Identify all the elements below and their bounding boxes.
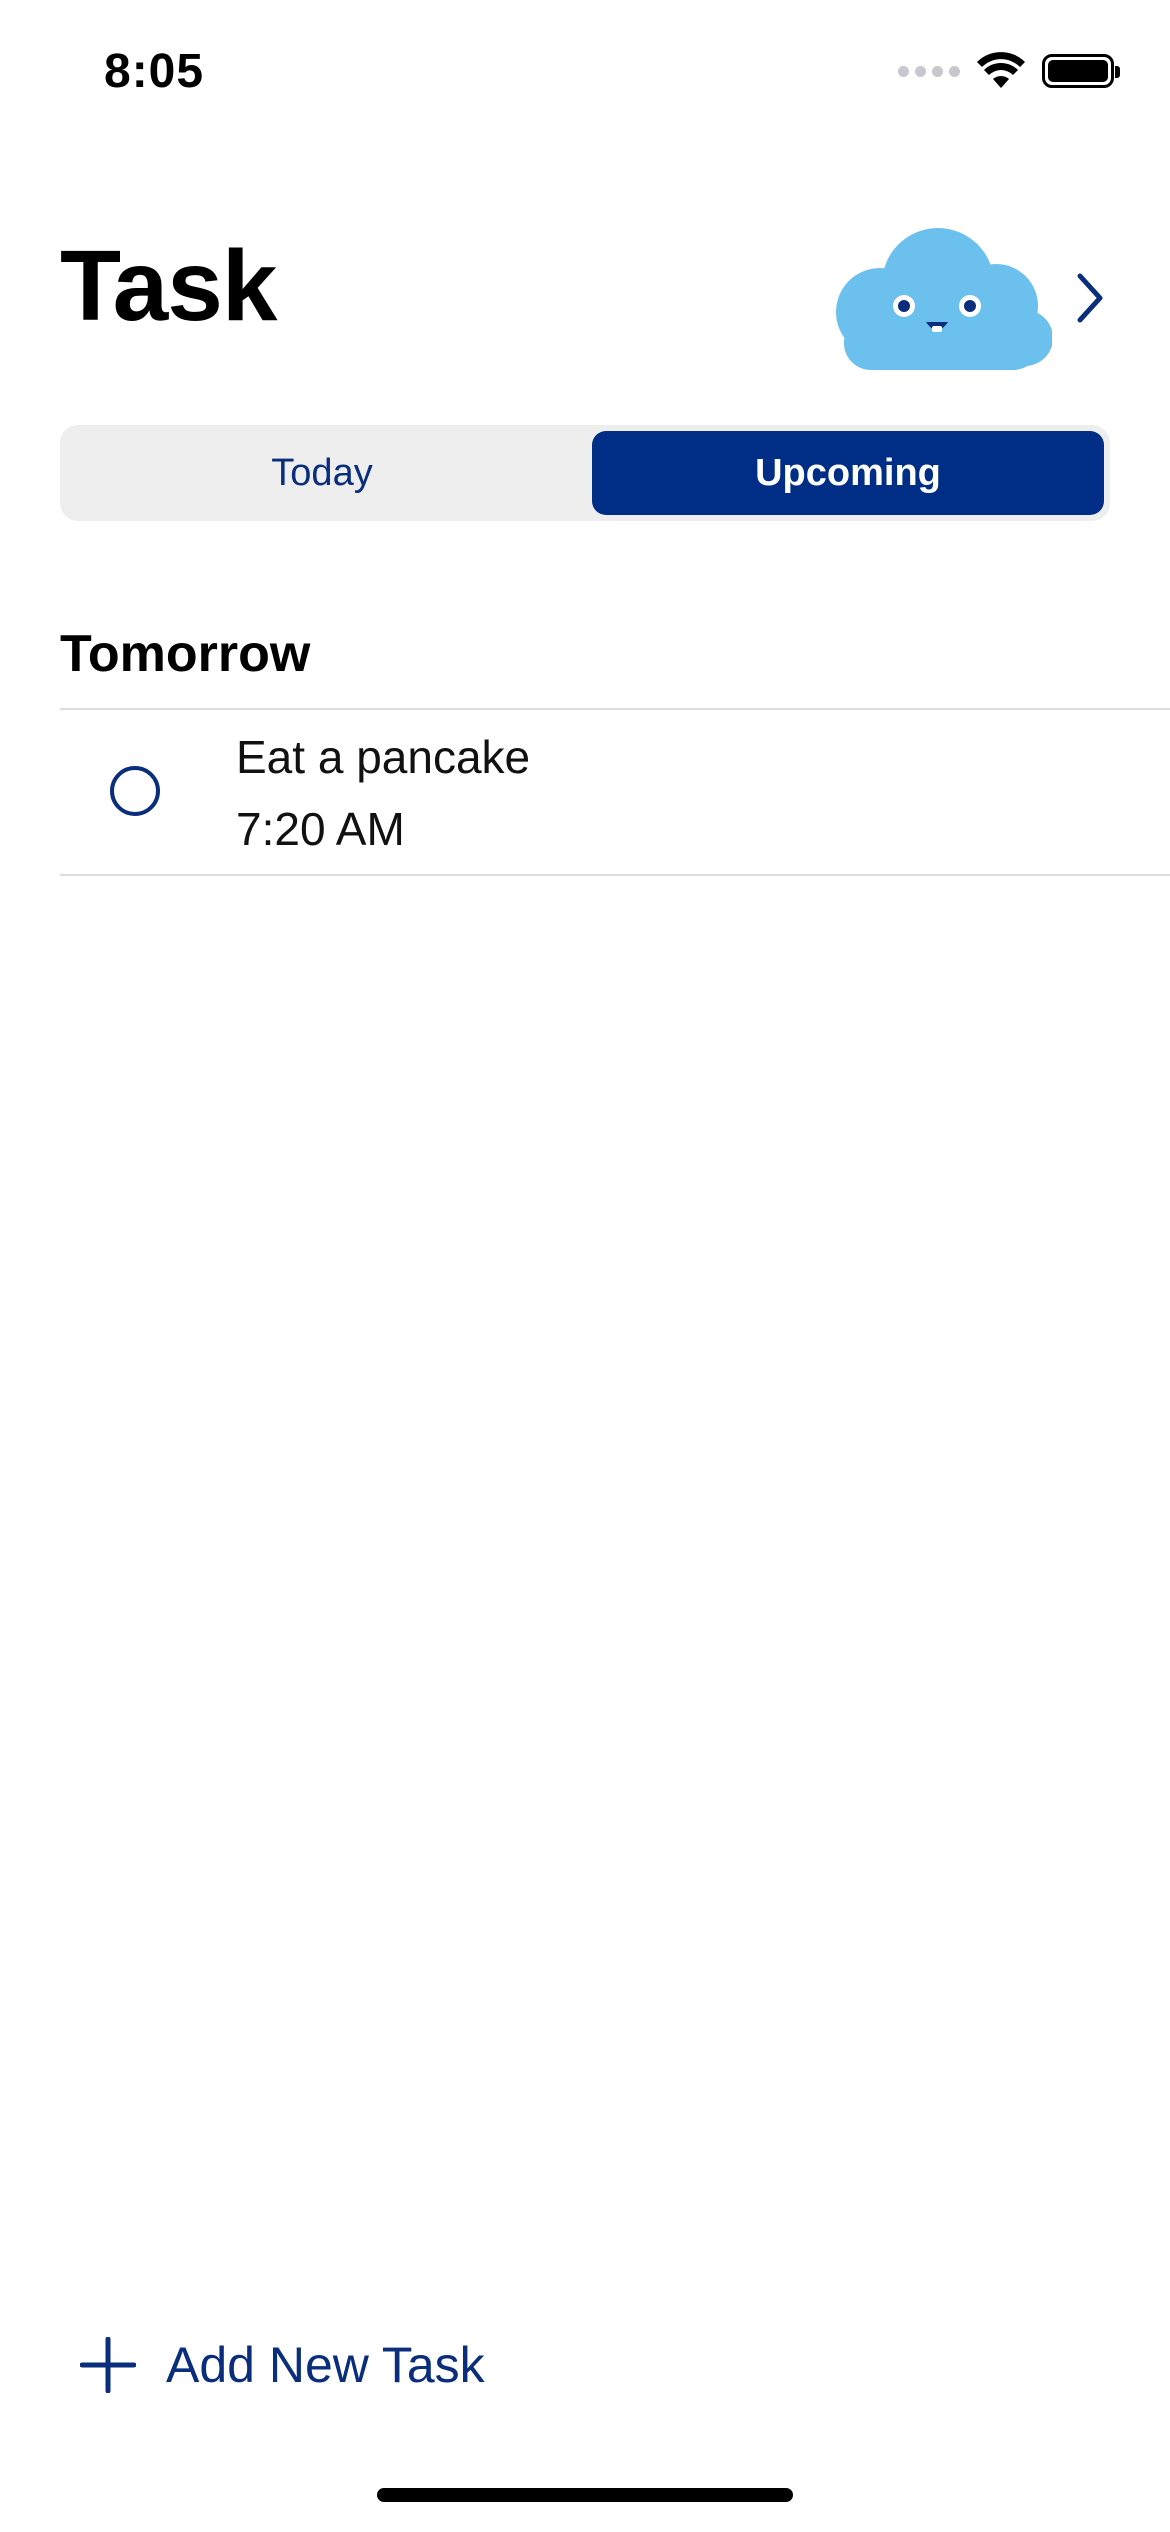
page-title: Task	[60, 230, 278, 342]
tab-upcoming[interactable]: Upcoming	[592, 431, 1104, 515]
wifi-icon	[977, 52, 1025, 88]
tab-today[interactable]: Today	[66, 431, 578, 515]
cloud-mascot-icon[interactable]	[820, 226, 1052, 370]
section-header-tomorrow: Tomorrow	[60, 625, 311, 683]
signal-icon	[898, 65, 960, 77]
plus-icon	[80, 2337, 136, 2393]
task-time: 7:20 AM	[236, 803, 405, 855]
task-checkbox[interactable]	[110, 766, 160, 816]
divider	[60, 874, 1170, 876]
add-new-task-button[interactable]: Add New Task	[80, 2330, 485, 2400]
status-icons	[898, 52, 1120, 90]
status-time: 8:05	[104, 45, 205, 98]
home-indicator	[377, 2488, 793, 2502]
segmented-control: Today Upcoming	[60, 425, 1110, 521]
battery-icon	[1042, 54, 1120, 88]
chevron-right-icon[interactable]	[1070, 270, 1110, 326]
status-bar: 8:05	[0, 0, 1170, 150]
add-new-task-label: Add New Task	[166, 2337, 485, 2393]
task-title: Eat a pancake	[236, 731, 531, 783]
task-row[interactable]: Eat a pancake 7:20 AM	[60, 710, 1170, 874]
